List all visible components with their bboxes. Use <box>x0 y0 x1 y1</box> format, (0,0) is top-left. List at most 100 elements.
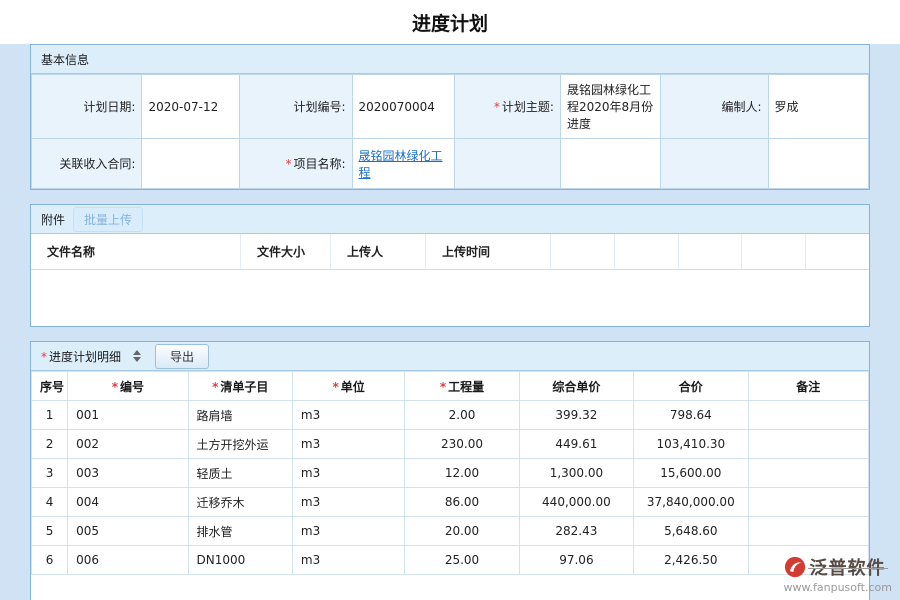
table-cell: 86.00 <box>405 488 519 517</box>
col-upload-time: 上传时间 <box>426 234 551 269</box>
table-row[interactable]: 6006DN1000m325.0097.062,426.50 <box>32 546 869 575</box>
attachment-empty-column <box>806 234 869 269</box>
basic-info-title: 基本信息 <box>41 51 89 68</box>
detail-table: 序号 *编号 *清单子目 *单位 *工程量 综合单价 合价 备注 1001路肩墙… <box>31 371 869 575</box>
table-cell: 1,300.00 <box>519 459 633 488</box>
detail-table-body: 1001路肩墙m32.00399.32798.642002土方开挖外运m3230… <box>32 401 869 575</box>
table-row[interactable]: 1001路肩墙m32.00399.32798.64 <box>32 401 869 430</box>
table-cell <box>748 401 868 430</box>
table-cell: m3 <box>292 517 404 546</box>
table-cell: 399.32 <box>519 401 633 430</box>
table-cell: m3 <box>292 459 404 488</box>
basic-info-panel: 基本信息 计划日期: 2020-07-12 计划编号: 2020070004 *… <box>30 44 870 190</box>
table-cell: m3 <box>292 401 404 430</box>
detail-header: *进度计划明细 导出 <box>31 342 869 371</box>
table-cell: 路肩墙 <box>188 401 292 430</box>
required-marker: * <box>440 380 446 394</box>
table-cell: 97.06 <box>519 546 633 575</box>
table-row[interactable]: 3003轻质土m312.001,300.0015,600.00 <box>32 459 869 488</box>
table-cell: 排水管 <box>188 517 292 546</box>
author-value: 罗成 <box>768 75 869 139</box>
table-cell: 003 <box>68 459 188 488</box>
table-cell: 迁移乔木 <box>188 488 292 517</box>
table-cell: DN1000 <box>188 546 292 575</box>
empty-label-cell <box>454 139 560 189</box>
col-seq: 序号 <box>32 372 68 401</box>
detail-title: *进度计划明细 <box>41 348 121 365</box>
table-cell: 004 <box>68 488 188 517</box>
page-header: 进度计划 <box>0 0 900 44</box>
detail-panel: *进度计划明细 导出 序号 *编号 *清单子目 *单位 *工程量 综合单价 合价… <box>30 341 870 600</box>
table-cell: 37,840,000.00 <box>634 488 748 517</box>
required-marker: * <box>112 380 118 394</box>
table-cell: 土方开挖外运 <box>188 430 292 459</box>
brand-url: www.fanpusoft.com <box>784 581 892 594</box>
table-cell: 005 <box>68 517 188 546</box>
brand-name: 泛普软件 <box>810 554 886 580</box>
col-unit-price: 综合单价 <box>519 372 633 401</box>
table-cell: 2,426.50 <box>634 546 748 575</box>
attachments-column-header: 文件名称 文件大小 上传人 上传时间 <box>31 234 869 270</box>
table-cell: 2 <box>32 430 68 459</box>
contract-label: 关联收入合同: <box>32 139 142 189</box>
col-remark: 备注 <box>748 372 868 401</box>
table-cell: 230.00 <box>405 430 519 459</box>
table-cell: 12.00 <box>405 459 519 488</box>
table-cell: 798.64 <box>634 401 748 430</box>
col-file-name: 文件名称 <box>31 234 241 269</box>
attachment-empty-column <box>615 234 679 269</box>
table-cell <box>748 459 868 488</box>
table-cell: 282.43 <box>519 517 633 546</box>
table-row[interactable]: 4004迁移乔木m386.00440,000.0037,840,000.00 <box>32 488 869 517</box>
attachments-header: 附件 批量上传 <box>31 205 869 234</box>
table-cell: 轻质土 <box>188 459 292 488</box>
plan-date-label: 计划日期: <box>32 75 142 139</box>
attachment-empty-column <box>679 234 743 269</box>
col-total-price: 合价 <box>634 372 748 401</box>
col-unit: *单位 <box>292 372 404 401</box>
attachments-title: 附件 <box>41 211 65 228</box>
plan-subject-label: *计划主题: <box>454 75 560 139</box>
basic-info-header: 基本信息 <box>31 45 869 74</box>
table-cell: 103,410.30 <box>634 430 748 459</box>
table-cell: 006 <box>68 546 188 575</box>
col-quantity: *工程量 <box>405 372 519 401</box>
table-cell: 5,648.60 <box>634 517 748 546</box>
sort-up-icon <box>133 350 141 355</box>
table-cell: 449.61 <box>519 430 633 459</box>
required-marker: * <box>41 350 47 364</box>
table-cell <box>748 488 868 517</box>
table-cell: 440,000.00 <box>519 488 633 517</box>
export-button[interactable]: 导出 <box>155 344 209 369</box>
table-cell: 15,600.00 <box>634 459 748 488</box>
sort-down-icon <box>133 357 141 362</box>
detail-table-header-row: 序号 *编号 *清单子目 *单位 *工程量 综合单价 合价 备注 <box>32 372 869 401</box>
table-cell: 1 <box>32 401 68 430</box>
table-cell: 4 <box>32 488 68 517</box>
table-row[interactable]: 2002土方开挖外运m3230.00449.61103,410.30 <box>32 430 869 459</box>
attachment-empty-column <box>551 234 615 269</box>
table-cell <box>748 517 868 546</box>
table-cell: m3 <box>292 546 404 575</box>
empty-value-cell <box>560 139 660 189</box>
table-cell: m3 <box>292 488 404 517</box>
project-link[interactable]: 晟铭园林绿化工程 <box>359 149 443 180</box>
required-marker: * <box>285 157 291 171</box>
project-value-cell: 晟铭园林绿化工程 <box>352 139 454 189</box>
brand-watermark: 泛普软件 www.fanpusoft.com <box>784 554 892 594</box>
plan-subject-value: 晟铭园林绿化工程2020年8月份进度 <box>560 75 660 139</box>
required-marker: * <box>494 100 500 114</box>
attachments-panel: 附件 批量上传 文件名称 文件大小 上传人 上传时间 <box>30 204 870 327</box>
batch-upload-button[interactable]: 批量上传 <box>73 207 143 232</box>
required-marker: * <box>212 380 218 394</box>
empty-value-cell <box>768 139 869 189</box>
sort-toggle-icon[interactable] <box>133 350 141 362</box>
table-cell: 002 <box>68 430 188 459</box>
page-title: 进度计划 <box>412 9 488 36</box>
basic-info-table: 计划日期: 2020-07-12 计划编号: 2020070004 *计划主题:… <box>31 74 869 189</box>
table-row[interactable]: 5005排水管m320.00282.435,648.60 <box>32 517 869 546</box>
table-cell: 20.00 <box>405 517 519 546</box>
plan-date-value: 2020-07-12 <box>142 75 239 139</box>
table-cell: 3 <box>32 459 68 488</box>
attachment-empty-column <box>742 234 806 269</box>
